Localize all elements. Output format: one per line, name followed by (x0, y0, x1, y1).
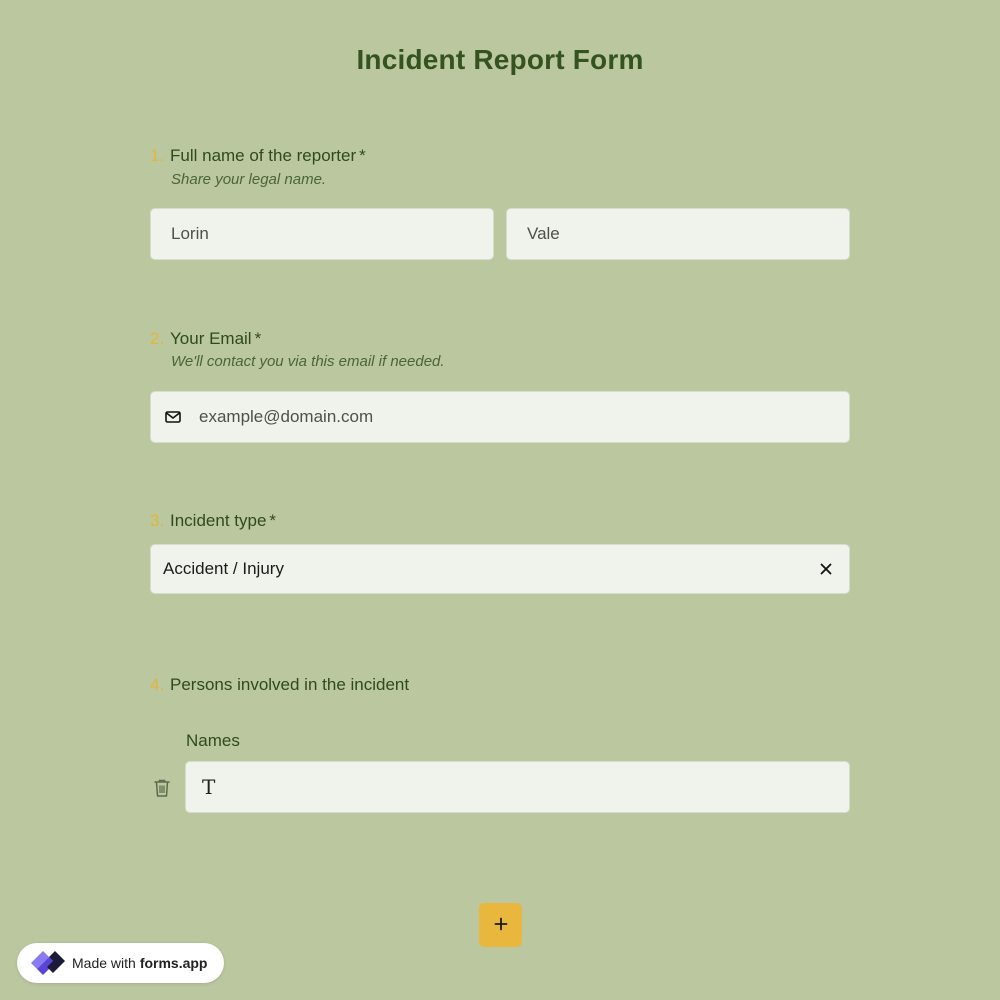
required-mark: * (269, 511, 277, 530)
badge-prefix: Made with (72, 955, 136, 971)
email-placeholder: example@domain.com (199, 407, 374, 426)
first-name-input[interactable]: Lorin (150, 208, 494, 260)
question-3-number: 3. (150, 511, 165, 530)
badge-text: Made with forms.app (72, 955, 208, 971)
required-mark: * (359, 146, 366, 165)
email-input[interactable]: example@domain.com (150, 391, 850, 443)
last-name-value: Vale (527, 224, 560, 243)
incident-type-value: Accident / Injury (163, 559, 284, 578)
question-1-text: Full name of the reporter (170, 146, 357, 165)
question-4-text: Persons involved in the incident (170, 675, 410, 694)
trash-icon[interactable] (153, 778, 171, 798)
question-1-description: Share your legal name. (171, 171, 327, 188)
envelope-icon (165, 409, 181, 425)
made-with-badge[interactable]: Made with forms.app (17, 943, 224, 983)
incident-type-select[interactable]: Accident / Injury (150, 544, 850, 594)
question-2-description: We'll contact you via this email if need… (171, 353, 445, 370)
names-column-label: Names (186, 731, 240, 750)
question-3-label: 3. Incident type * (150, 511, 276, 531)
badge-brand: forms.app (139, 955, 208, 971)
plus-icon (494, 917, 508, 934)
question-2-number: 2. (150, 329, 165, 348)
first-name-value: Lorin (171, 224, 209, 243)
last-name-input[interactable]: Vale (506, 208, 850, 260)
question-3-text: Incident type (170, 511, 267, 530)
question-2-text: Your Email (170, 329, 252, 348)
form-title: Incident Report Form (356, 44, 644, 75)
question-2-label: 2. Your Email * (150, 329, 261, 349)
close-icon[interactable] (819, 562, 833, 576)
text-type-icon: T (202, 775, 216, 799)
question-4-label: 4. Persons involved in the incident (150, 675, 409, 695)
question-4-number: 4. (150, 675, 165, 694)
question-1-label: 1. Full name of the reporter * (150, 146, 366, 166)
form-page: Incident Report Form 1. Full name of the … (0, 0, 1000, 1000)
required-mark: * (254, 329, 262, 348)
names-row-input[interactable]: T (185, 761, 850, 813)
add-row-button[interactable] (479, 903, 522, 947)
question-1-number: 1. (150, 146, 165, 165)
forms-app-logo-icon (26, 947, 66, 979)
